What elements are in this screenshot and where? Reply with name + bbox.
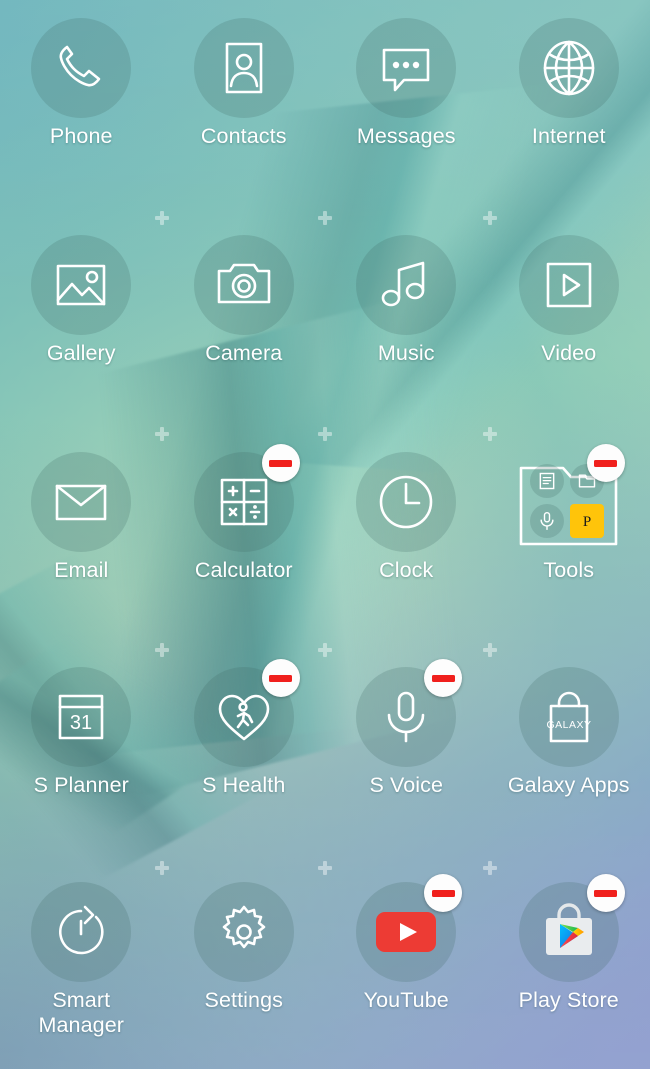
app-s-voice[interactable]: S Voice <box>325 659 488 798</box>
app-label: Smart Manager <box>38 988 125 1037</box>
app-icon-wrap <box>29 880 133 984</box>
minus-icon <box>431 889 455 897</box>
smart-manager-icon <box>29 880 133 984</box>
music-icon <box>354 233 458 337</box>
app-label: Contacts <box>200 124 287 148</box>
remove-badge[interactable] <box>586 874 625 912</box>
app-icon-wrap <box>192 16 296 120</box>
app-clock[interactable]: Clock <box>325 450 488 583</box>
app-label: S Health <box>202 773 286 797</box>
minus-icon <box>269 459 293 467</box>
app-label: S Planner <box>33 773 129 797</box>
remove-badge[interactable] <box>261 444 300 482</box>
minus-icon <box>431 674 455 682</box>
app-label: Music <box>377 341 435 365</box>
app-camera[interactable]: Camera <box>163 233 326 366</box>
svg-text:P: P <box>583 514 591 530</box>
app-icon-wrap <box>354 874 463 984</box>
app-label: Email <box>54 558 109 582</box>
camera-icon <box>192 233 296 337</box>
app-icon-wrap <box>354 450 458 554</box>
app-label: YouTube <box>363 988 449 1012</box>
app-icon-wrap <box>192 880 296 984</box>
app-icon-wrap <box>354 233 458 337</box>
app-icon-wrap <box>29 450 133 554</box>
internet-icon <box>517 16 621 120</box>
app-label: Internet <box>531 124 606 148</box>
s-planner-icon: 31 <box>29 665 133 769</box>
app-galaxy-apps[interactable]: GALAXY Galaxy Apps <box>488 665 650 798</box>
app-icon-wrap <box>517 874 625 984</box>
app-icon-wrap <box>354 16 458 120</box>
galaxy-apps-icon: GALAXY <box>517 665 621 769</box>
memo-icon <box>529 464 564 498</box>
minus-icon <box>594 889 618 897</box>
app-internet[interactable]: Internet <box>488 16 650 149</box>
app-calculator[interactable]: Calculator <box>163 444 326 583</box>
video-icon <box>517 233 621 337</box>
app-label: Galaxy Apps <box>507 773 630 797</box>
messages-icon <box>354 16 458 120</box>
phone-icon <box>29 16 133 120</box>
remove-badge[interactable] <box>424 874 463 912</box>
app-icon-wrap <box>192 659 300 769</box>
minus-icon <box>594 459 618 467</box>
app-label: S Voice <box>369 773 444 797</box>
app-icon-wrap <box>517 16 621 120</box>
voice-recorder-icon <box>529 504 564 538</box>
app-messages[interactable]: Messages <box>325 16 488 149</box>
clock-icon <box>354 450 458 554</box>
app-music[interactable]: Music <box>325 233 488 366</box>
app-grid: Phone Contacts Messages Internet Gallery Came… <box>0 0 650 1069</box>
svg-text:GALAXY: GALAXY <box>546 719 591 731</box>
app-label: Clock <box>379 558 434 582</box>
app-icon-wrap <box>354 659 463 769</box>
app-play-store[interactable]: Play Store <box>488 874 650 1013</box>
settings-icon <box>192 880 296 984</box>
app-label: Tools <box>543 558 595 582</box>
app-label: Settings <box>204 988 283 1012</box>
app-youtube[interactable]: YouTube <box>325 874 488 1013</box>
app-icon-wrap <box>29 233 133 337</box>
svg-text:31: 31 <box>70 712 92 734</box>
pen-up-icon: P <box>569 504 604 538</box>
app-icon-wrap <box>192 444 300 554</box>
email-icon <box>29 450 133 554</box>
remove-badge[interactable] <box>586 444 625 482</box>
app-email[interactable]: Email <box>0 450 163 583</box>
app-icon-wrap: P <box>517 444 625 554</box>
app-label: Video <box>541 341 597 365</box>
app-label: Calculator <box>194 558 293 582</box>
gallery-icon <box>29 233 133 337</box>
app-video[interactable]: Video <box>488 233 650 366</box>
minus-icon <box>269 674 293 682</box>
app-phone[interactable]: Phone <box>0 16 163 149</box>
app-icon-wrap: GALAXY <box>517 665 621 769</box>
app-label: Play Store <box>518 988 619 1012</box>
home-screen: Phone Contacts Messages Internet Gallery Came… <box>0 0 650 1069</box>
app-label: Messages <box>356 124 456 148</box>
app-settings[interactable]: Settings <box>163 880 326 1013</box>
remove-badge[interactable] <box>424 659 463 697</box>
remove-badge[interactable] <box>261 659 300 697</box>
app-tools[interactable]: P Tools <box>488 444 650 583</box>
app-s-health[interactable]: S Health <box>163 659 326 798</box>
app-label: Camera <box>205 341 283 365</box>
app-contacts[interactable]: Contacts <box>163 16 326 149</box>
app-icon-wrap <box>29 16 133 120</box>
app-gallery[interactable]: Gallery <box>0 233 163 366</box>
app-label: Phone <box>49 124 113 148</box>
app-smart-manager[interactable]: Smart Manager <box>0 880 163 1038</box>
app-icon-wrap <box>192 233 296 337</box>
app-s-planner[interactable]: 31 S Planner <box>0 665 163 798</box>
contacts-icon <box>192 16 296 120</box>
app-icon-wrap <box>517 233 621 337</box>
app-icon-wrap: 31 <box>29 665 133 769</box>
app-label: Gallery <box>46 341 116 365</box>
